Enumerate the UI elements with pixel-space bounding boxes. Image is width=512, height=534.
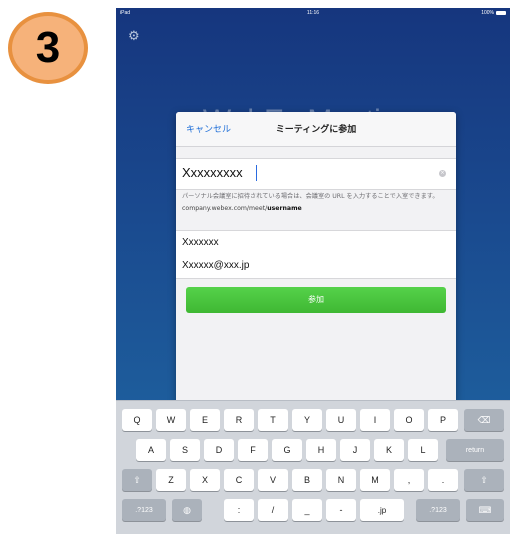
key-a[interactable]: A xyxy=(136,439,166,461)
keyboard-icon: ⌨ xyxy=(478,504,492,515)
key-x[interactable]: X xyxy=(190,469,220,491)
key-colon[interactable]: : xyxy=(224,499,254,521)
meeting-hint: パーソナル会議室に招待されている場合は、会議室の URL を入力することで入室で… xyxy=(182,192,444,213)
numbers-key-left[interactable]: .?123 xyxy=(122,499,166,521)
meeting-number-field[interactable]: Xxxxxxxxx × xyxy=(176,158,456,190)
backspace-key[interactable]: ⌫ xyxy=(464,409,504,431)
key-slash[interactable]: / xyxy=(258,499,288,521)
email-input[interactable]: Xxxxxx@xxx.jp xyxy=(182,260,249,271)
key-g[interactable]: G xyxy=(272,439,302,461)
key-u[interactable]: U xyxy=(326,409,356,431)
key-period[interactable]: . xyxy=(428,469,458,491)
key-v[interactable]: V xyxy=(258,469,288,491)
shift-icon: ⇧ xyxy=(133,474,141,485)
return-key[interactable]: return xyxy=(446,439,504,461)
shift-key-right[interactable]: ⇧ xyxy=(464,469,504,491)
gear-icon[interactable]: ⚙ xyxy=(128,30,142,44)
key-w[interactable]: W xyxy=(156,409,186,431)
battery-indicator: 100% xyxy=(481,10,506,16)
key-i[interactable]: I xyxy=(360,409,390,431)
join-meeting-sheet: キャンセル ミーティングに参加 Xxxxxxxxx × パーソナル会議室に招待さ… xyxy=(176,112,456,412)
hide-keyboard-key[interactable]: ⌨ xyxy=(466,499,504,521)
sheet-title: ミーティングに参加 xyxy=(275,125,357,135)
key-m[interactable]: M xyxy=(360,469,390,491)
globe-key[interactable]: ◍ xyxy=(172,499,202,521)
key-d[interactable]: D xyxy=(204,439,234,461)
clock: 11:16 xyxy=(306,10,320,16)
battery-icon xyxy=(496,11,506,15)
ipad-screen: iPad 11:16 100% ⚙ WebEx Meetings キャンセル ミ… xyxy=(116,8,510,534)
key-p[interactable]: P xyxy=(428,409,458,431)
key-e[interactable]: E xyxy=(190,409,220,431)
key-y[interactable]: Y xyxy=(292,409,322,431)
shift-icon: ⇧ xyxy=(480,474,488,485)
battery-percent: 100% xyxy=(481,10,494,16)
email-field[interactable]: Xxxxxx@xxx.jp xyxy=(176,254,456,279)
key-f[interactable]: F xyxy=(238,439,268,461)
meeting-number-input[interactable]: Xxxxxxxxx xyxy=(182,165,243,180)
sheet-nav-bar: キャンセル ミーティングに参加 xyxy=(176,112,456,147)
key-dot-jp[interactable]: .jp xyxy=(360,499,404,521)
key-j[interactable]: J xyxy=(340,439,370,461)
key-o[interactable]: O xyxy=(394,409,424,431)
key-c[interactable]: C xyxy=(224,469,254,491)
key-k[interactable]: K xyxy=(374,439,404,461)
backspace-icon: ⌫ xyxy=(477,414,491,425)
status-bar: iPad 11:16 100% xyxy=(116,8,510,20)
join-button[interactable]: 参加 xyxy=(186,287,446,313)
on-screen-keyboard: Q W E R T Y U I O P ⌫ A S D F G H J K L … xyxy=(116,400,510,534)
key-comma[interactable]: , xyxy=(394,469,424,491)
step-number-badge: 3 xyxy=(8,12,88,84)
numbers-key-right[interactable]: .?123 xyxy=(416,499,460,521)
key-t[interactable]: T xyxy=(258,409,288,431)
name-field[interactable]: Xxxxxxx xyxy=(176,230,456,256)
key-s[interactable]: S xyxy=(170,439,200,461)
key-n[interactable]: N xyxy=(326,469,356,491)
text-cursor xyxy=(256,165,257,181)
shift-key-left[interactable]: ⇧ xyxy=(122,469,152,491)
hint-url: company.webex.com/meet/username xyxy=(182,205,302,212)
key-dash[interactable]: - xyxy=(326,499,356,521)
key-b[interactable]: B xyxy=(292,469,322,491)
name-input[interactable]: Xxxxxxx xyxy=(182,237,219,248)
key-q[interactable]: Q xyxy=(122,409,152,431)
key-h[interactable]: H xyxy=(306,439,336,461)
key-z[interactable]: Z xyxy=(156,469,186,491)
key-r[interactable]: R xyxy=(224,409,254,431)
key-l[interactable]: L xyxy=(408,439,438,461)
hint-text: パーソナル会議室に招待されている場合は、会議室の URL を入力することで入室で… xyxy=(182,193,439,200)
clear-icon[interactable]: × xyxy=(439,170,446,177)
key-underscore[interactable]: _ xyxy=(292,499,322,521)
globe-icon: ◍ xyxy=(183,504,191,515)
